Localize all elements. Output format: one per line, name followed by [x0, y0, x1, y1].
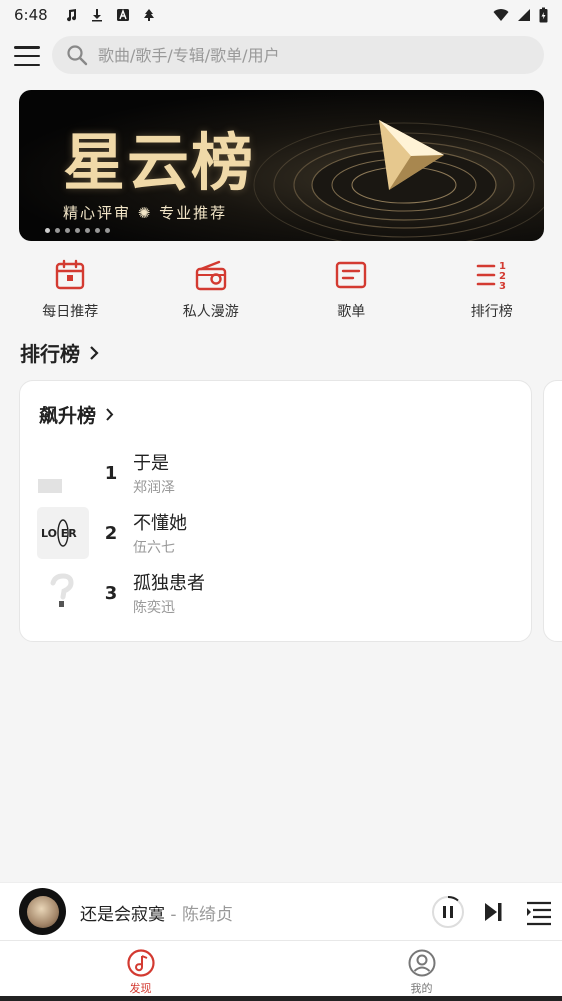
quick-nav-label: 每日推荐	[42, 304, 99, 320]
quick-nav-ranking[interactable]: 123 排行榜	[422, 258, 562, 324]
music-notification-icon	[66, 9, 76, 22]
svg-text:LO ER: LO ER	[41, 527, 77, 540]
now-playing-separator: -	[165, 905, 182, 925]
pause-button[interactable]	[431, 895, 465, 929]
song-info: 不懂她 伍六七	[133, 509, 187, 557]
bottom-nav-mine[interactable]: 我的	[281, 941, 562, 996]
banner-title: 星云榜	[63, 126, 256, 199]
banner-dot[interactable]	[45, 228, 50, 233]
banner-dot[interactable]	[85, 228, 90, 233]
status-right	[493, 7, 548, 23]
search-bar[interactable]	[52, 36, 544, 74]
status-time: 6:48	[14, 6, 48, 24]
ranking-section-title[interactable]: 排行榜	[20, 338, 100, 367]
tree-icon	[143, 9, 154, 21]
calendar-icon	[56, 259, 85, 290]
rank-row[interactable]: LO ER 2 不懂她 伍六七	[37, 507, 517, 559]
quick-nav-label: 私人漫游	[182, 304, 239, 320]
menu-icon-line	[14, 63, 40, 66]
banner-dot[interactable]	[75, 228, 80, 233]
top-bar	[0, 36, 562, 76]
download-icon	[91, 9, 102, 22]
rank-card-title[interactable]: 飙升榜	[39, 401, 115, 428]
bottom-nav: 发现 我的	[0, 940, 562, 996]
quick-nav-playlist[interactable]: 歌单	[281, 258, 422, 324]
now-playing-text: 还是会寂寞 - 陈绮贞	[80, 900, 233, 925]
laurel-icon: ✺	[137, 204, 160, 222]
banner-pagination	[45, 228, 110, 233]
banner-subtitle-right: 专业推荐	[159, 204, 228, 222]
song-info: 孤独患者 陈奕迅	[133, 569, 205, 617]
rank-number: 3	[104, 582, 118, 604]
now-playing-cover[interactable]	[19, 888, 66, 935]
banner-dot[interactable]	[95, 228, 100, 233]
album-cover: LO ER	[37, 507, 89, 559]
quick-nav: 每日推荐 私人漫游 歌单 123 排行榜	[0, 258, 562, 324]
rank-card-title-text: 飙升榜	[39, 405, 97, 427]
album-cover	[37, 447, 89, 499]
playlist-queue-button[interactable]	[522, 895, 556, 929]
wifi-icon	[493, 9, 509, 21]
mini-player[interactable]: 还是会寂寞 - 陈绮贞	[0, 882, 562, 940]
rank-row[interactable]: 1 于是 郑润泽	[37, 447, 517, 499]
quick-nav-label: 歌单	[337, 304, 366, 320]
song-name: 不懂她	[133, 513, 187, 534]
now-playing-song: 还是会寂寞	[80, 905, 165, 925]
cover-art-shape	[38, 479, 62, 493]
cover-art-question	[50, 573, 74, 607]
chevron-right-icon	[106, 408, 114, 421]
search-icon	[67, 45, 88, 66]
rank-card[interactable]: 飙升榜 1 于是 郑润泽 LO ER 2 不懂她 伍六七 3 孤独患者 陈奕迅	[19, 380, 532, 642]
song-artist: 陈奕迅	[133, 600, 175, 616]
banner-dot[interactable]	[55, 228, 60, 233]
battery-icon	[539, 7, 548, 23]
bottom-nav-discover[interactable]: 发现	[0, 941, 281, 996]
radio-icon	[195, 260, 226, 291]
ranking-icon: 123	[476, 261, 506, 292]
album-cover	[37, 567, 89, 619]
quick-nav-label: 排行榜	[470, 304, 513, 320]
home-indicator	[0, 996, 562, 1001]
rank-card-next[interactable]	[543, 380, 562, 642]
song-artist: 伍六七	[133, 540, 175, 556]
menu-icon-line	[14, 54, 40, 58]
cover-art	[26, 895, 59, 928]
vinyl-disc-graphic	[253, 120, 544, 241]
banner-subtitle-left: 精心评审	[63, 204, 132, 222]
banner-dot[interactable]	[65, 228, 70, 233]
bottom-nav-label: 我的	[410, 982, 433, 995]
banner-dot[interactable]	[105, 228, 110, 233]
now-playing-artist: 陈绮贞	[181, 905, 233, 925]
quick-nav-daily[interactable]: 每日推荐	[0, 258, 141, 324]
section-title-text: 排行榜	[20, 342, 80, 366]
promo-banner[interactable]: 星云榜 精心评审 ✺ 专业推荐	[19, 90, 544, 241]
menu-button[interactable]	[14, 46, 40, 66]
rank-row[interactable]: 3 孤独患者 陈奕迅	[37, 567, 517, 619]
song-info: 于是 郑润泽	[133, 449, 175, 497]
song-artist: 郑润泽	[133, 480, 175, 496]
rank-number: 1	[104, 462, 118, 484]
music-note-icon	[126, 949, 155, 977]
quick-nav-radio[interactable]: 私人漫游	[141, 258, 282, 324]
next-track-button[interactable]	[476, 895, 510, 929]
status-bar: 6:48	[0, 0, 562, 30]
rank-number: 2	[104, 522, 118, 544]
song-name: 孤独患者	[133, 573, 205, 594]
song-name: 于是	[133, 453, 169, 474]
chevron-right-icon	[90, 345, 99, 360]
banner-subtitle: 精心评审 ✺ 专业推荐	[63, 202, 227, 223]
bottom-nav-label: 发现	[129, 982, 152, 995]
search-input[interactable]	[98, 45, 498, 65]
cover-art-loser: LO ER	[41, 519, 77, 547]
svg-text:3: 3	[499, 281, 506, 292]
menu-icon-line	[14, 46, 40, 49]
a-notification-icon	[116, 9, 129, 21]
signal-icon	[518, 9, 530, 21]
playlist-icon	[336, 261, 367, 289]
user-icon	[408, 949, 435, 977]
